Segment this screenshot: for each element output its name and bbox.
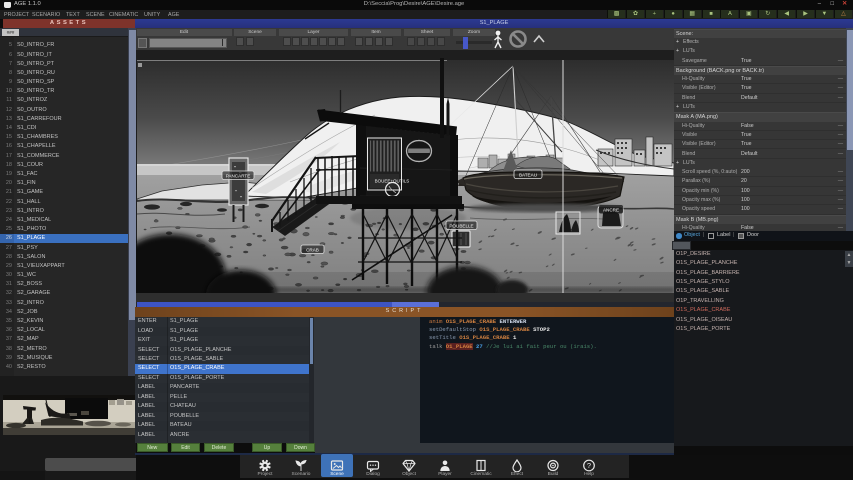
svg-text:CRAB: CRAB	[306, 248, 319, 253]
svg-text:BATEAU: BATEAU	[519, 173, 537, 178]
svg-text:BOUEE+OUTILS: BOUEE+OUTILS	[375, 179, 410, 184]
svg-text:PANCARTE: PANCARTE	[226, 174, 251, 179]
svg-text:POUBELLE: POUBELLE	[449, 224, 473, 229]
svg-text:?: ?	[587, 461, 591, 470]
svg-text:ANCRE: ANCRE	[603, 208, 619, 213]
